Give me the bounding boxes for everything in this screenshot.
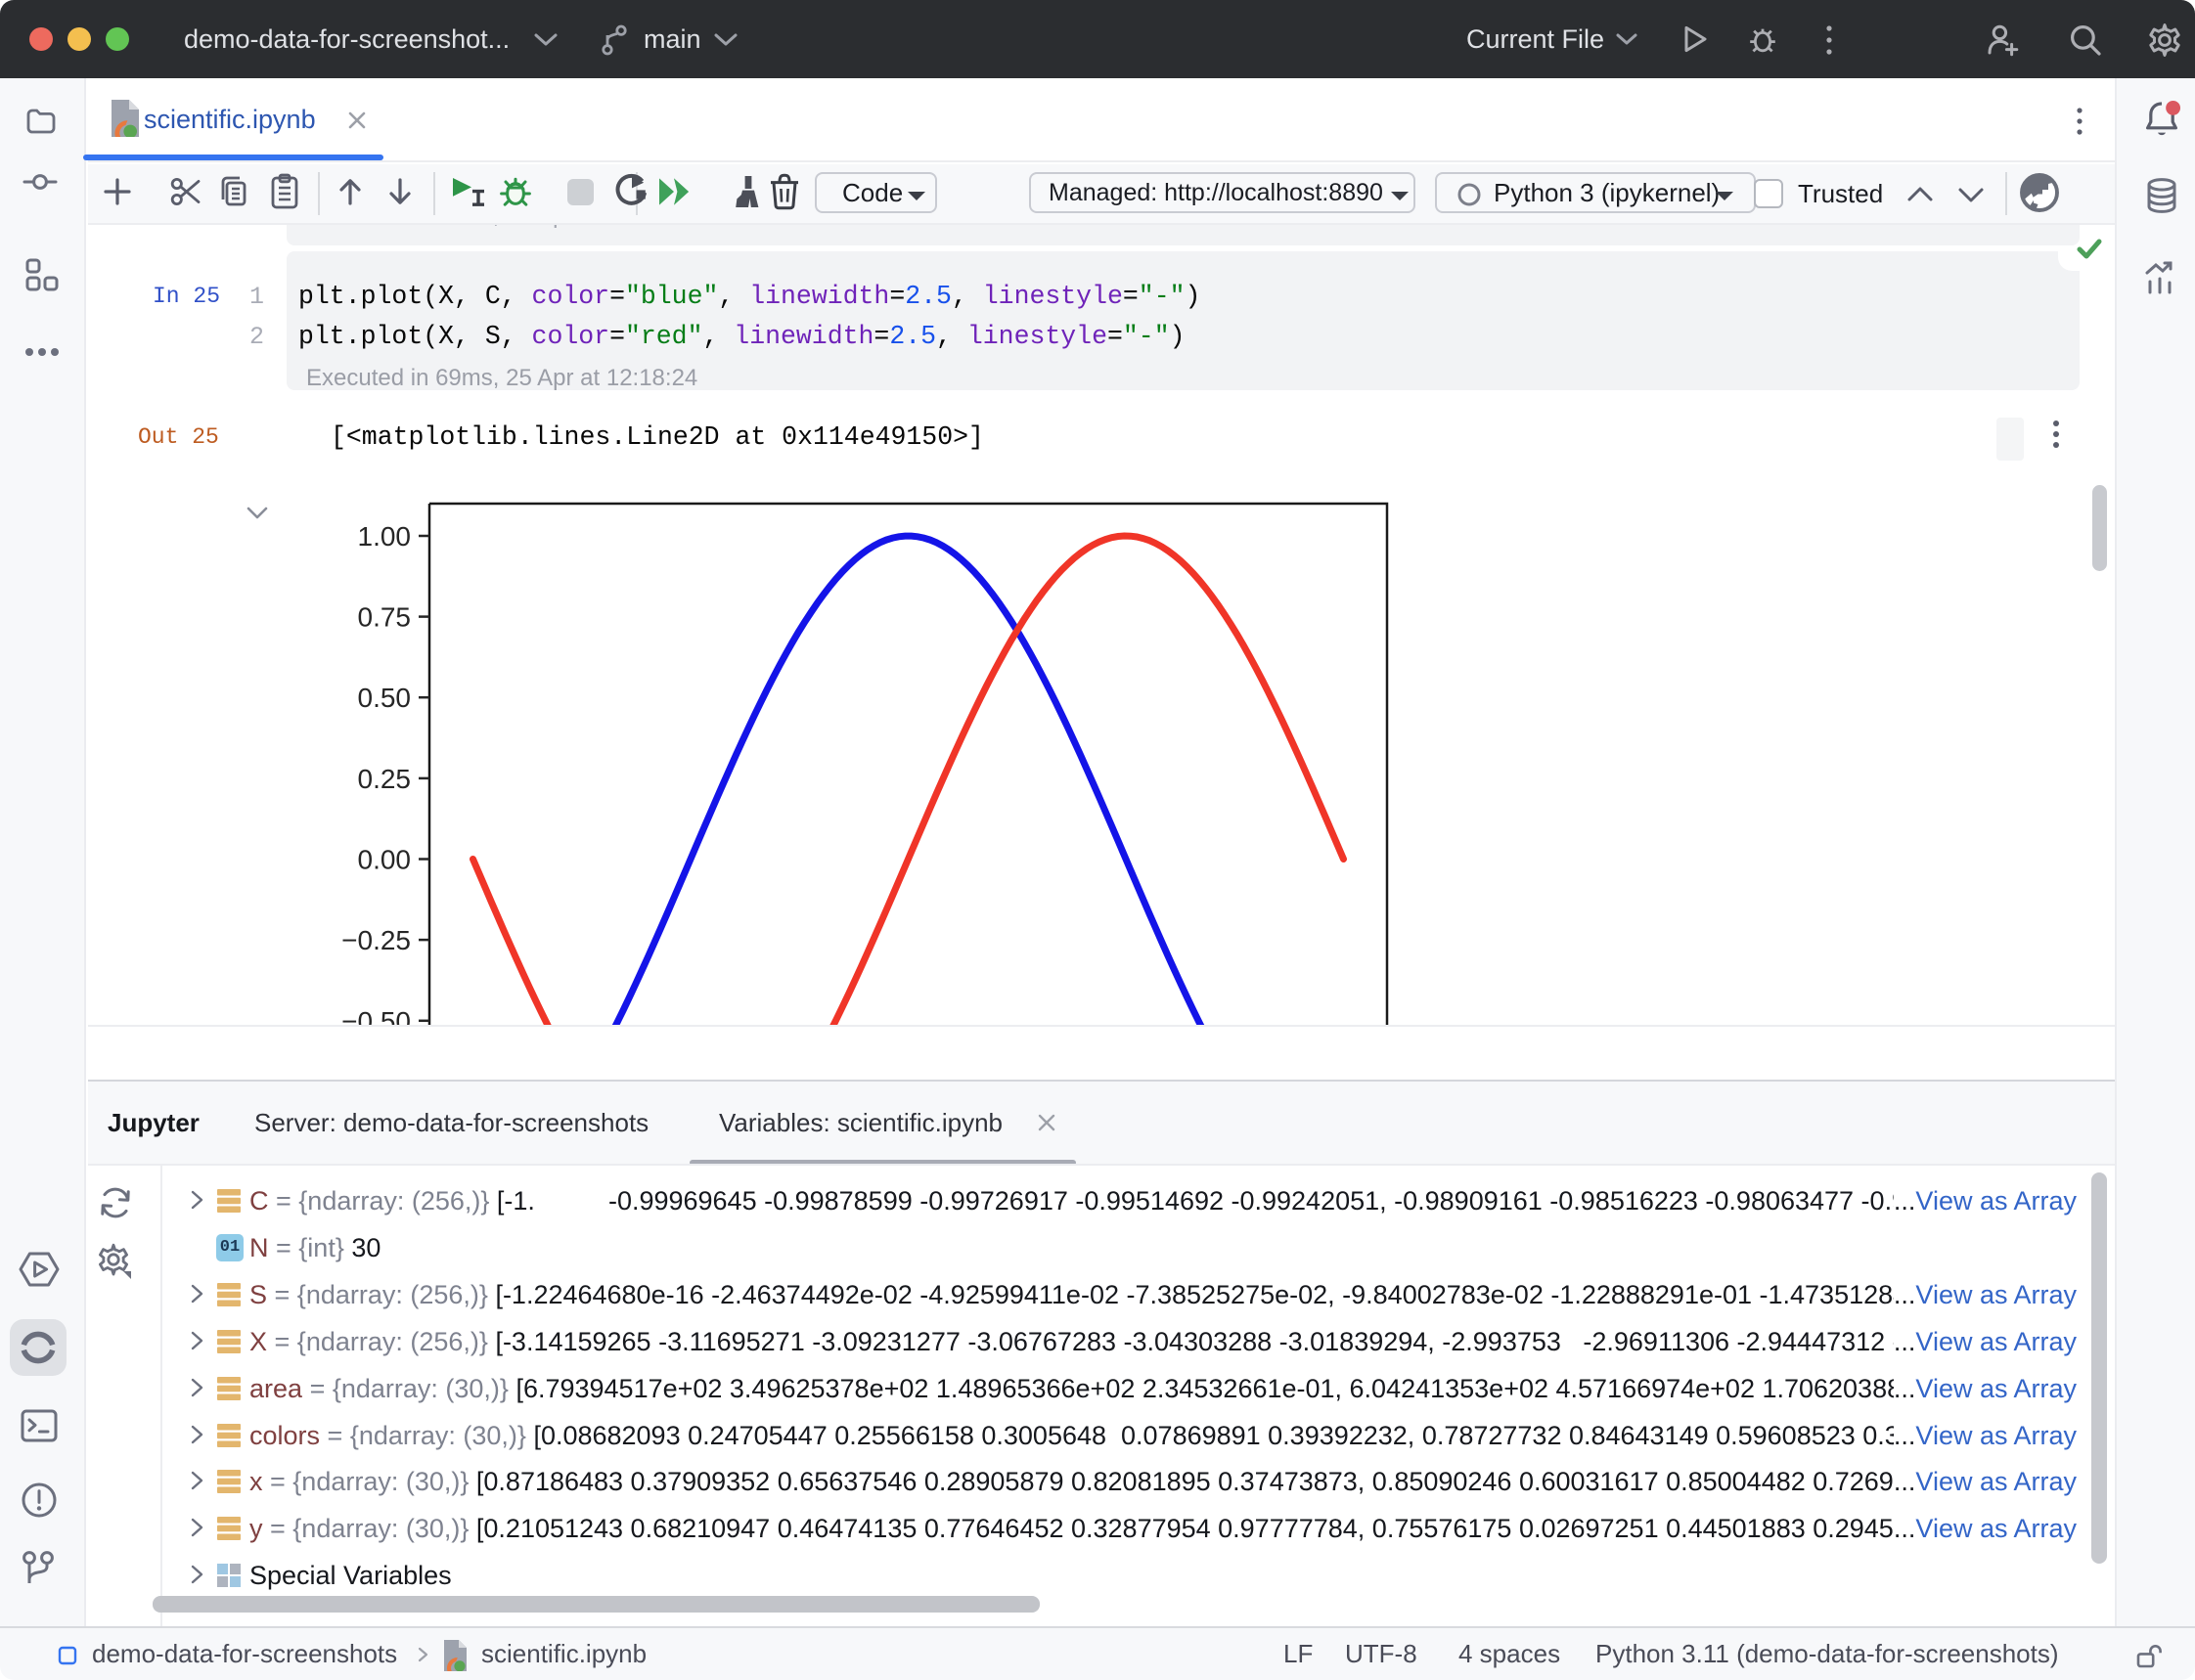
svg-text:0.50: 0.50 — [358, 683, 412, 713]
svg-text:−0.25: −0.25 — [341, 925, 411, 955]
svg-text:−0.50: −0.50 — [341, 1006, 411, 1027]
svg-text:0.00: 0.00 — [358, 845, 412, 875]
svg-text:0.25: 0.25 — [358, 764, 412, 794]
svg-text:1.00: 1.00 — [358, 521, 412, 552]
svg-text:0.75: 0.75 — [358, 602, 412, 633]
